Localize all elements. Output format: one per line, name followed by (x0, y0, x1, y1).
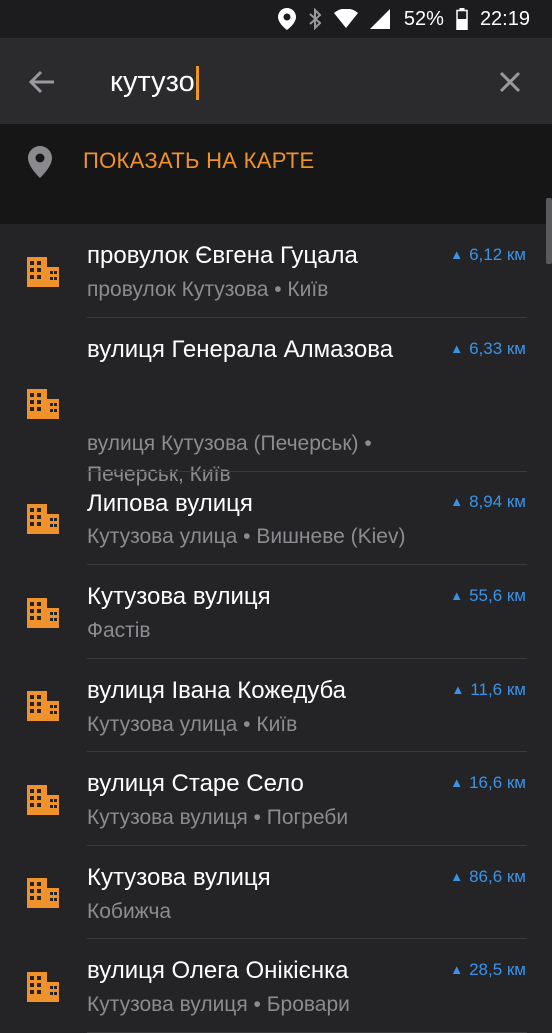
building-icon (27, 504, 59, 534)
result-name: Липова вулиця (87, 490, 253, 517)
distance-value: 55,6 км (469, 586, 526, 605)
show-on-map-button[interactable]: ПОКАЗАТЬ НА КАРТЕ (0, 124, 552, 200)
direction-arrow-icon: ▲ (450, 869, 464, 884)
arrow-left-icon (28, 70, 54, 94)
result-row[interactable]: вулиця Генерала Алмазова вулиця Кутузова … (0, 318, 552, 486)
result-distance: ▲ 8,94 км (450, 489, 526, 516)
close-icon (499, 71, 521, 93)
result-address: Фастів (87, 619, 151, 642)
result-name: вулиця Генерала Алмазова (87, 336, 394, 363)
result-row[interactable]: Кутузова вулиця Фастів ▲ 55,6 км (0, 565, 552, 659)
result-distance: ▲ 86,6 км (450, 864, 526, 891)
bluetooth-icon (308, 8, 322, 30)
result-row[interactable]: вулиця Івана Кожедуба Кутузова улица • Ки… (0, 659, 552, 752)
section-separator (0, 200, 552, 224)
distance-value: 28,5 км (469, 960, 526, 979)
search-results-list: провулок Євгена Гуцала провулок Кутузова … (0, 224, 552, 1033)
result-address: Кутузова улица • Вишневе (Kiev) (87, 525, 406, 548)
search-input[interactable]: кутузо (110, 62, 199, 102)
scrollbar[interactable] (546, 198, 552, 264)
distance-value: 16,6 км (469, 773, 526, 792)
distance-value: 8,94 км (469, 492, 526, 511)
search-query: кутузо (110, 66, 195, 98)
distance-value: 86,6 км (469, 867, 526, 886)
distance-value: 11,6 км (470, 680, 526, 699)
result-row[interactable]: провулок Євгена Гуцала провулок Кутузова … (0, 224, 552, 318)
distance-value: 6,12 км (469, 245, 526, 264)
result-row[interactable]: вулиця Старе Село Кутузова вулиця • Погре… (0, 752, 552, 846)
result-distance: ▲ 55,6 км (450, 583, 526, 610)
result-distance: ▲ 16,6 км (450, 770, 526, 797)
result-address: Кутузова улица • Київ (87, 713, 298, 736)
direction-arrow-icon: ▲ (450, 775, 464, 790)
result-address: Кутузова вулиця • Погреби (87, 806, 349, 829)
result-name: провулок Євгена Гуцала (87, 242, 358, 269)
direction-arrow-icon: ▲ (450, 588, 464, 603)
result-row[interactable]: Кутузова вулиця Кобижча ▲ 86,6 км (0, 846, 552, 939)
show-on-map-label: ПОКАЗАТЬ НА КАРТЕ (83, 148, 315, 173)
battery-icon (456, 8, 468, 30)
result-name: вулиця Старе Село (87, 770, 304, 797)
result-row[interactable]: Липова вулиця Кутузова улица • Вишневе (K… (0, 472, 552, 565)
wifi-icon (333, 9, 358, 29)
battery-percent: 52% (403, 7, 444, 30)
direction-arrow-icon: ▲ (450, 247, 464, 262)
building-icon (27, 785, 59, 815)
result-name: Кутузова вулиця (87, 864, 271, 891)
result-address: провулок Кутузова • Київ (87, 278, 329, 301)
text-caret (195, 66, 199, 101)
direction-arrow-icon: ▲ (451, 682, 465, 697)
building-icon (27, 598, 59, 628)
distance-value: 6,33 км (469, 339, 526, 358)
result-distance: ▲ 6,33 км (450, 336, 526, 363)
result-name: Кутузова вулиця (87, 583, 271, 610)
status-time: 22:19 (479, 7, 530, 30)
back-button[interactable] (20, 60, 64, 104)
result-distance: ▲ 6,12 км (450, 242, 526, 269)
direction-arrow-icon: ▲ (450, 494, 464, 509)
result-row[interactable]: вулиця Олега Онікієнка Кутузова вулиця • … (0, 939, 552, 1033)
status-bar: 52% 22:19 (0, 0, 552, 38)
building-icon (27, 878, 59, 908)
location-icon (277, 8, 296, 30)
building-icon (27, 691, 59, 721)
result-address: Кобижча (87, 900, 172, 923)
direction-arrow-icon: ▲ (450, 341, 464, 356)
map-pin-icon (28, 146, 52, 178)
result-address: Кутузова вулиця • Бровари (87, 993, 350, 1016)
result-distance: ▲ 28,5 км (450, 957, 526, 984)
result-distance: ▲ 11,6 км (451, 677, 526, 704)
search-header: кутузо (0, 38, 552, 124)
result-name: вулиця Івана Кожедуба (87, 677, 347, 704)
building-icon (27, 389, 59, 419)
clear-search-button[interactable] (488, 60, 532, 104)
result-name: вулиця Олега Онікієнка (87, 957, 349, 984)
building-icon (27, 257, 59, 287)
building-icon (27, 972, 59, 1002)
signal-icon (369, 9, 390, 29)
direction-arrow-icon: ▲ (450, 962, 464, 977)
